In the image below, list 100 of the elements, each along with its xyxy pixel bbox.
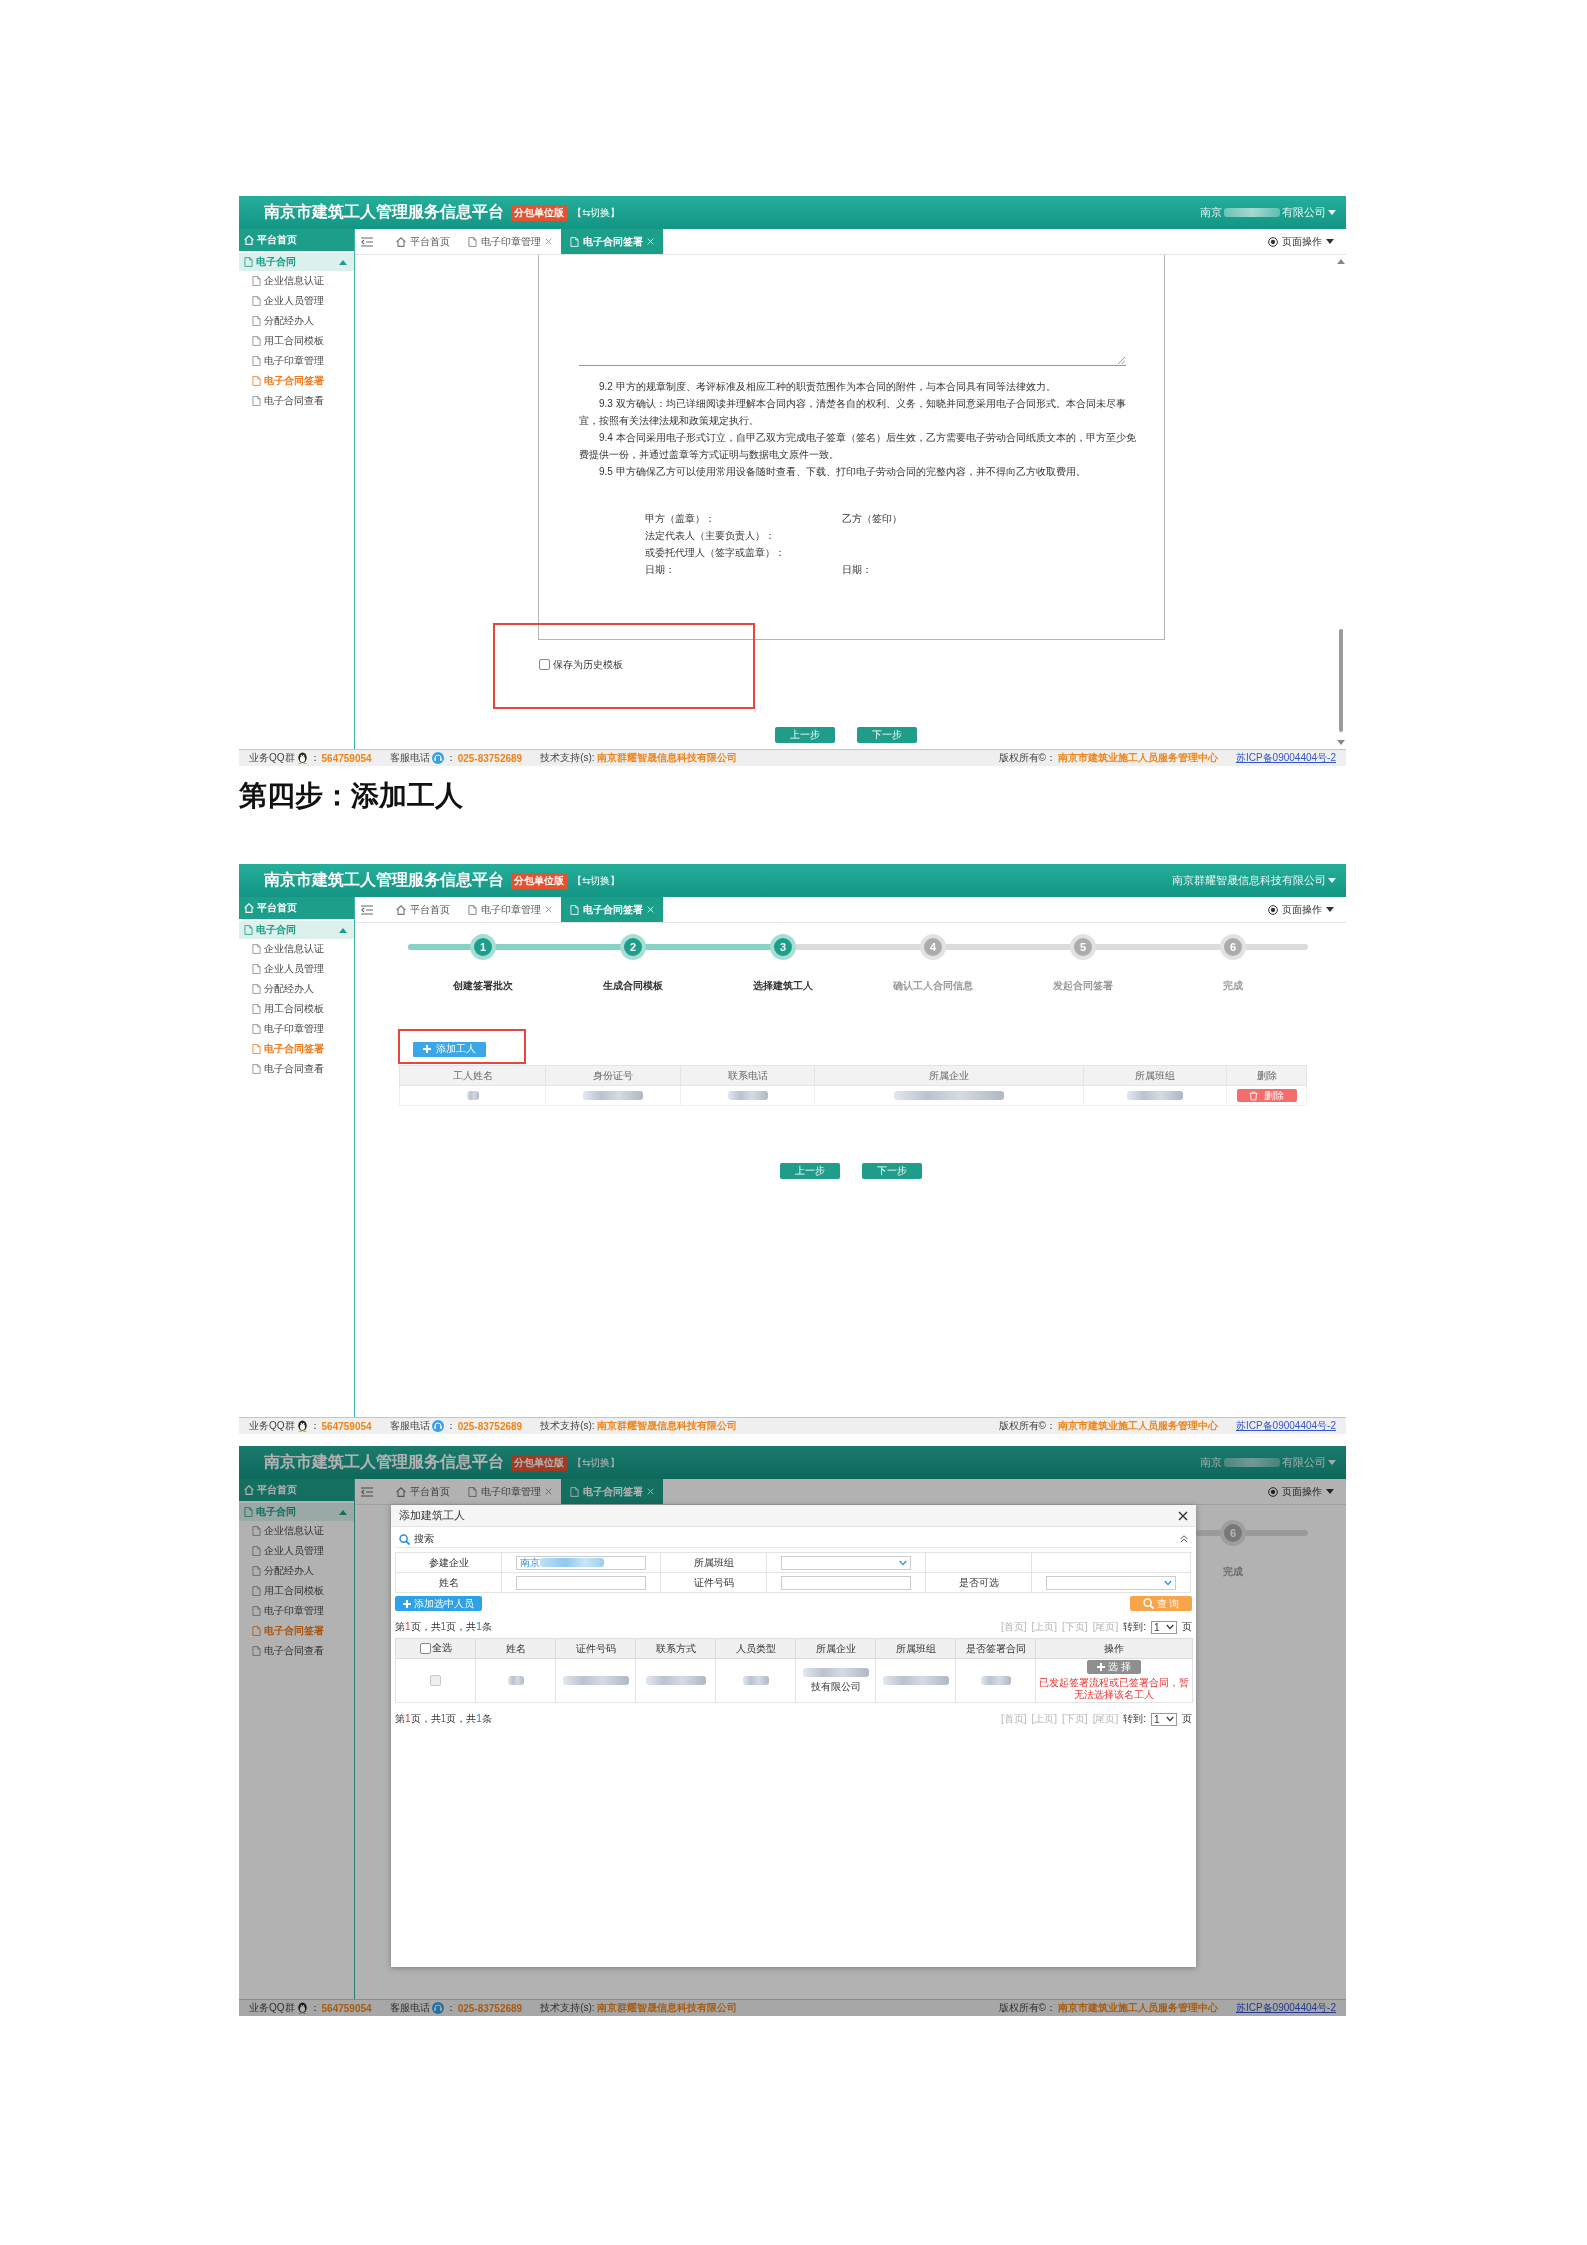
sidebar-home[interactable]: 平台首页 <box>239 229 354 251</box>
add-worker-button[interactable]: 添加工人 <box>413 1041 486 1057</box>
add-selected-button[interactable]: 添加选中人员 <box>395 1596 482 1611</box>
sidebar-item[interactable]: 电子印章管理 <box>239 351 328 371</box>
redacted-text <box>1224 208 1280 217</box>
switch-link[interactable]: 【⇆切换】 <box>572 873 621 888</box>
sidebar-item[interactable]: 企业人员管理 <box>239 959 328 979</box>
tab[interactable]: 电子印章管理 <box>459 1479 561 1504</box>
headset-icon <box>431 2002 444 2014</box>
document-icon <box>468 236 477 247</box>
sidebar-item[interactable]: 电子合同签署 <box>239 1039 328 1059</box>
page-menu[interactable]: 页面操作 <box>1256 229 1346 254</box>
icp-link[interactable]: 苏ICP备09004404号-2 <box>1235 751 1336 765</box>
caret-down-icon <box>1328 878 1336 883</box>
signature-label: 乙方（签印） <box>842 511 902 526</box>
page-select[interactable]: 1 <box>1151 1620 1177 1634</box>
menu-icon[interactable] <box>361 904 373 915</box>
footer-label: 业务QQ群 <box>249 751 295 765</box>
sidebar-item[interactable]: 电子印章管理 <box>239 1019 328 1039</box>
sidebar-item[interactable]: 电子合同查看 <box>239 391 328 411</box>
checkbox[interactable] <box>539 659 550 670</box>
caret-up-icon <box>339 259 347 265</box>
footer-label: 版权所有©： <box>998 2001 1056 2015</box>
step-button[interactable]: 上一步 <box>774 727 835 743</box>
resize-grip-icon[interactable] <box>1118 357 1125 364</box>
sidebar-item[interactable]: 电子合同查看 <box>239 1059 328 1079</box>
tab[interactable]: 平台首页 <box>387 1479 459 1504</box>
sidebar-item[interactable]: 分配经办人 <box>239 979 318 999</box>
caret-down-icon <box>1328 1460 1336 1465</box>
chevron-down-icon <box>1164 1579 1172 1586</box>
search-toggle[interactable]: 搜索 <box>395 1531 1192 1548</box>
sidebar-item[interactable]: 企业人员管理 <box>239 1541 328 1561</box>
text-field[interactable] <box>516 1575 646 1590</box>
sidebar-item[interactable]: 分配经办人 <box>239 311 318 331</box>
sidebar-item[interactable]: 用工合同模板 <box>239 999 328 1019</box>
sidebar-item[interactable]: 企业信息认证 <box>239 271 328 291</box>
tab[interactable]: 平台首页 <box>387 897 459 922</box>
company-menu[interactable]: 南京群耀智晟信息科技有限公司 <box>1172 873 1336 888</box>
icp-link[interactable]: 苏ICP备09004404号-2 <box>1235 2001 1336 2015</box>
document-icon <box>244 1507 253 1517</box>
text-field[interactable] <box>781 1575 911 1590</box>
checkbox[interactable] <box>419 1642 431 1654</box>
document-icon <box>252 1586 261 1596</box>
step-number: 3 <box>770 934 796 960</box>
sidebar-item[interactable]: 用工合同模板 <box>239 1581 328 1601</box>
sidebar-group[interactable]: 电子合同 <box>239 253 354 271</box>
company-menu[interactable]: 南京 有限公司 <box>1200 1455 1336 1470</box>
scroll-down-icon <box>1337 740 1345 745</box>
sidebar-group[interactable]: 电子合同 <box>239 921 354 939</box>
select-field[interactable] <box>1046 1575 1176 1590</box>
cell-text: 技有限公司 <box>810 1679 861 1694</box>
step-button[interactable]: 上一步 <box>779 1163 840 1179</box>
scrollbar-thumb[interactable] <box>1339 629 1343 732</box>
goto-label: 转到: <box>1123 1712 1146 1726</box>
colon-text: ： <box>445 751 456 765</box>
sidebar-item[interactable]: 企业信息认证 <box>239 939 328 959</box>
menu-icon[interactable] <box>361 1486 373 1497</box>
tab[interactable]: 电子合同签署 <box>561 229 663 254</box>
document-icon <box>252 336 261 346</box>
tab[interactable]: 电子印章管理 <box>459 897 561 922</box>
close-icon[interactable] <box>1178 1510 1188 1521</box>
document-icon <box>252 316 261 326</box>
sidebar-item[interactable]: 电子合同签署 <box>239 371 328 391</box>
caret-down-icon <box>1326 1489 1334 1494</box>
footer-value: 南京市建筑业施工人员服务管理中心 <box>1057 1419 1218 1433</box>
footer-value: 025-83752689 <box>457 2002 523 2014</box>
tab[interactable]: 电子印章管理 <box>459 229 561 254</box>
menu-icon[interactable] <box>361 236 373 247</box>
page-menu[interactable]: 页面操作 <box>1256 897 1346 922</box>
tab[interactable]: 电子合同签署 <box>561 897 663 922</box>
sidebar-home[interactable]: 平台首页 <box>239 897 354 919</box>
colon-text: ： <box>309 1419 320 1433</box>
sidebar-item[interactable]: 电子合同查看 <box>239 1641 328 1661</box>
switch-link[interactable]: 【⇆切换】 <box>572 205 621 220</box>
delete-button[interactable]: 删除 <box>1236 1089 1297 1102</box>
document-icon <box>252 964 261 974</box>
sidebar-item[interactable]: 用工合同模板 <box>239 331 328 351</box>
step-button[interactable]: 下一步 <box>861 1163 922 1179</box>
sidebar-item[interactable]: 电子印章管理 <box>239 1601 328 1621</box>
select-field[interactable] <box>781 1555 911 1570</box>
step-button[interactable]: 下一步 <box>856 727 917 743</box>
query-button[interactable]: 查 询 <box>1130 1596 1192 1611</box>
page-select[interactable]: 1 <box>1151 1712 1177 1726</box>
sidebar-item[interactable]: 分配经办人 <box>239 1561 318 1581</box>
field-label: 是否可选 <box>958 1575 999 1590</box>
sidebar-item[interactable]: 企业信息认证 <box>239 1521 328 1541</box>
tab[interactable]: 平台首页 <box>387 229 459 254</box>
sidebar-home[interactable]: 平台首页 <box>239 1479 354 1501</box>
tab[interactable]: 电子合同签署 <box>561 1479 663 1504</box>
sidebar-item[interactable]: 企业人员管理 <box>239 291 328 311</box>
step-number: 4 <box>920 934 946 960</box>
footer-value: 564759054 <box>321 1420 372 1432</box>
text-field[interactable]: 南京 <box>516 1555 646 1570</box>
icp-link[interactable]: 苏ICP备09004404号-2 <box>1235 1419 1336 1433</box>
company-menu[interactable]: 南京 有限公司 <box>1200 205 1336 220</box>
switch-link[interactable]: 【⇆切换】 <box>572 1455 621 1470</box>
plus-icon <box>403 1599 411 1608</box>
sidebar-item[interactable]: 电子合同签署 <box>239 1621 328 1641</box>
page-menu[interactable]: 页面操作 <box>1256 1479 1346 1504</box>
sidebar-group[interactable]: 电子合同 <box>239 1503 354 1521</box>
